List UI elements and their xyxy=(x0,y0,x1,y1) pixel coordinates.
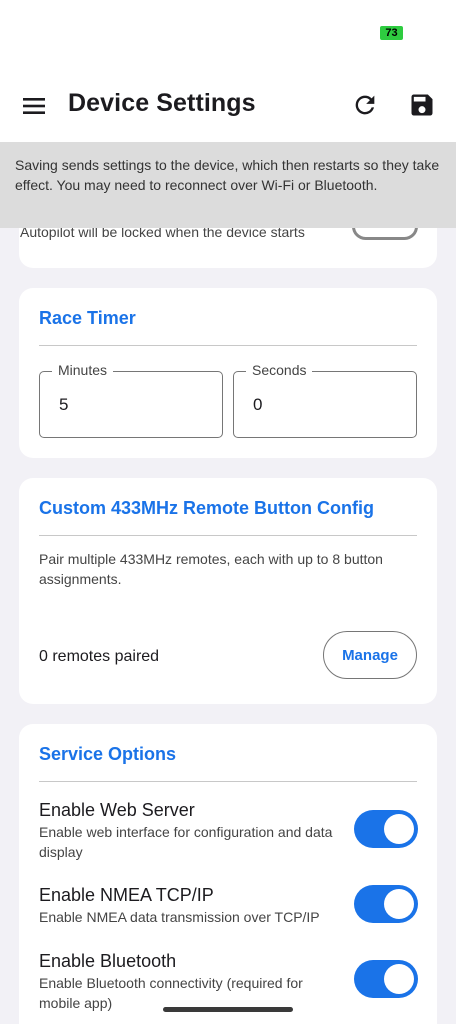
race-timer-card: Race Timer Minutes 5 Seconds 0 xyxy=(19,288,437,458)
nmea-tcp-option-title: Enable NMEA TCP/IP xyxy=(39,885,214,905)
remote-config-card: Custom 433MHz Remote Button Config Pair … xyxy=(19,478,437,704)
seconds-field[interactable]: Seconds 0 xyxy=(233,362,417,438)
seconds-label: Seconds xyxy=(246,362,313,378)
divider xyxy=(39,345,417,346)
toggle-knob xyxy=(384,889,414,919)
remote-config-title: Custom 433MHz Remote Button Config xyxy=(39,498,374,518)
info-banner: Saving sends settings to the device, whi… xyxy=(0,142,456,228)
web-server-option-title: Enable Web Server xyxy=(39,800,195,820)
page-title: Device Settings xyxy=(68,89,256,117)
web-server-toggle[interactable] xyxy=(354,810,418,848)
remote-config-description: Pair multiple 433MHz remotes, each with … xyxy=(39,551,383,587)
manage-remotes-button[interactable]: Manage xyxy=(323,631,417,679)
race-timer-title: Race Timer xyxy=(39,308,136,328)
minutes-field[interactable]: Minutes 5 xyxy=(39,362,223,438)
nmea-tcp-toggle[interactable] xyxy=(354,885,418,923)
app-bar: Device Settings xyxy=(0,70,456,142)
seconds-value[interactable]: 0 xyxy=(253,395,262,415)
menu-icon[interactable] xyxy=(22,94,46,118)
save-icon[interactable] xyxy=(408,91,436,119)
divider xyxy=(39,535,417,536)
refresh-icon[interactable] xyxy=(351,91,379,119)
remotes-paired-count: 0 remotes paired xyxy=(39,648,160,665)
nmea-tcp-option-description: Enable NMEA data transmission over TCP/I… xyxy=(39,909,320,925)
bluetooth-option-title: Enable Bluetooth xyxy=(39,951,177,971)
service-options-card: Service Options Enable Web Server Enable… xyxy=(19,724,437,1024)
battery-indicator: 73 xyxy=(380,26,403,40)
toggle-knob xyxy=(384,964,414,994)
minutes-label: Minutes xyxy=(52,362,114,378)
settings-scroll-area[interactable]: Autopilot will be locked when the device… xyxy=(0,142,456,1024)
home-indicator[interactable] xyxy=(163,1007,293,1012)
minutes-value[interactable]: 5 xyxy=(59,395,68,415)
service-options-title: Service Options xyxy=(39,744,177,764)
bluetooth-toggle[interactable] xyxy=(354,960,418,998)
web-server-option-description: Enable web interface for configuration a… xyxy=(39,824,333,860)
divider xyxy=(39,781,417,782)
status-bar: 73 xyxy=(0,0,456,70)
toggle-knob xyxy=(384,814,414,844)
